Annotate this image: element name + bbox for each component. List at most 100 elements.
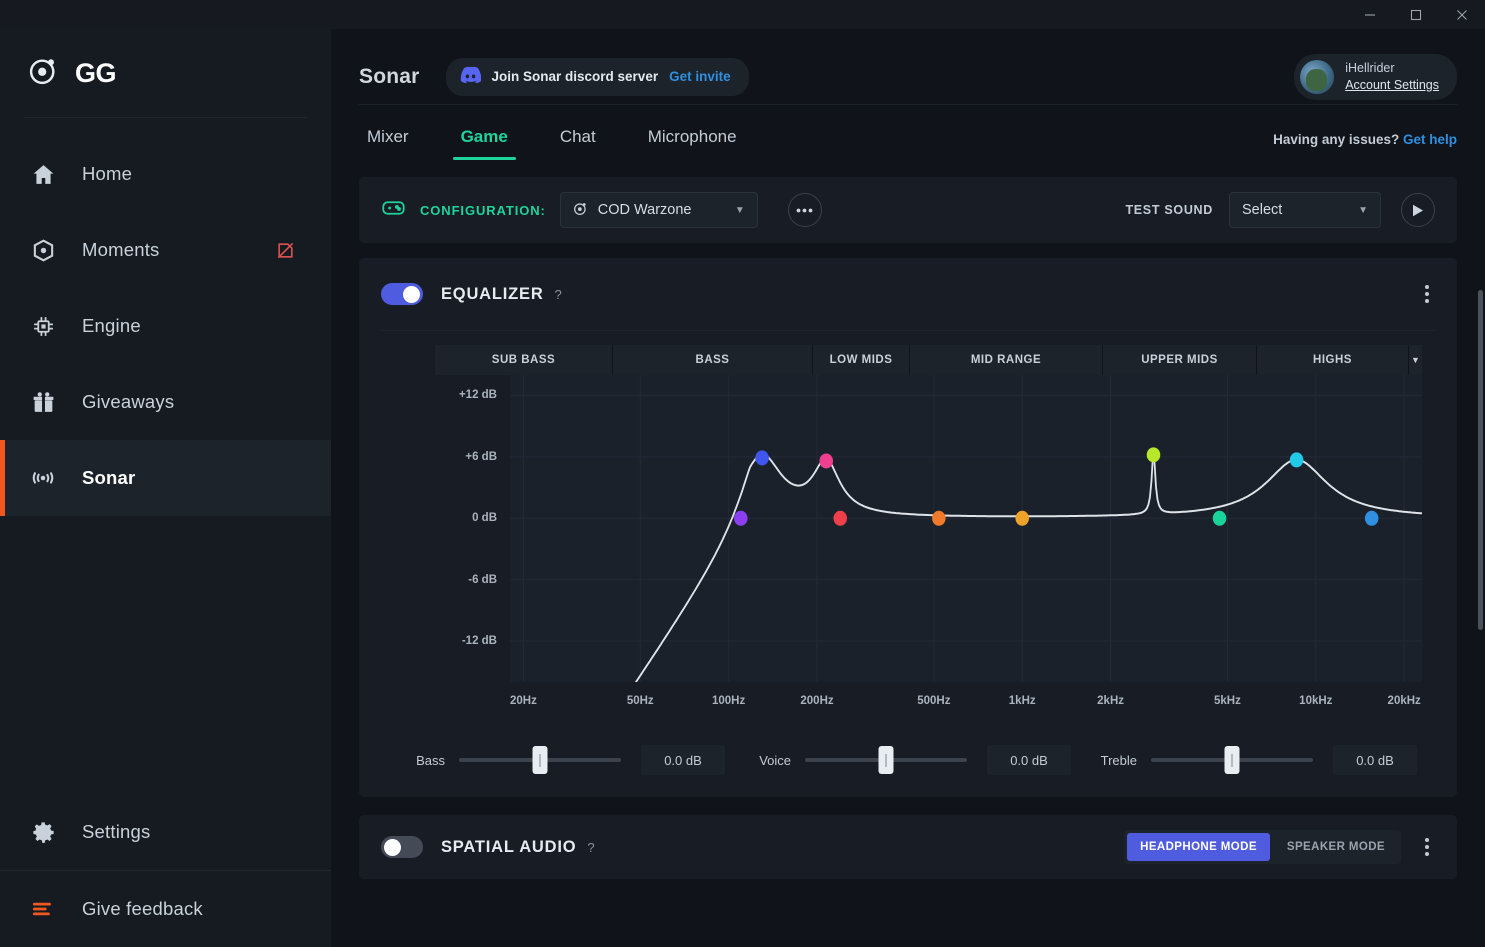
- tab-mixer[interactable]: Mixer: [359, 127, 417, 160]
- account-menu[interactable]: iHellrider Account Settings: [1294, 53, 1457, 100]
- bass-slider-group: Bass 0.0 dB: [389, 745, 735, 775]
- get-help-link[interactable]: Get help: [1403, 132, 1457, 147]
- more-options-button[interactable]: [787, 193, 822, 227]
- x-axis-tick: 10kHz: [1299, 695, 1333, 707]
- discord-invite-text: Join Sonar discord server: [491, 69, 659, 84]
- sidebar-item-giveaways[interactable]: Giveaways: [0, 364, 331, 440]
- close-icon: [1457, 9, 1467, 20]
- vertical-scrollbar[interactable]: [1478, 290, 1483, 630]
- tab-game[interactable]: Game: [452, 127, 517, 160]
- account-settings-link[interactable]: Account Settings: [1345, 77, 1439, 94]
- eq-band-point-band-7[interactable]: [1146, 447, 1161, 463]
- brand-label: GG: [75, 57, 117, 88]
- equalizer-menu-button[interactable]: [1419, 279, 1435, 309]
- sidebar-divider: [24, 117, 307, 118]
- chevron-down-icon: ▼: [734, 204, 745, 216]
- tone-sliders: Bass 0.0 dB Voice 0.0 dB Treble 0.0 dB: [359, 727, 1457, 791]
- eq-band-point-band-9[interactable]: [1289, 452, 1304, 468]
- spatial-audio-toggle[interactable]: [381, 836, 423, 858]
- spatial-audio-menu-button[interactable]: [1419, 832, 1435, 862]
- eq-band-point-band-5[interactable]: [932, 510, 946, 526]
- edit-disabled-icon[interactable]: [276, 241, 295, 260]
- maximize-button[interactable]: [1393, 0, 1439, 29]
- sidebar-item-home[interactable]: Home: [0, 136, 331, 212]
- band-tab-mid-range[interactable]: MID RANGE: [910, 345, 1103, 375]
- equalizer-panel: EQUALIZER ? SUB BASS BASS LOW MIDS MID R…: [359, 258, 1457, 797]
- bass-slider-track[interactable]: [459, 746, 621, 774]
- sidebar-item-settings[interactable]: Settings: [0, 794, 331, 870]
- equalizer-toggle[interactable]: [381, 283, 423, 305]
- sidebar-item-label: Settings: [82, 821, 151, 842]
- band-tab-highs[interactable]: HIGHS: [1257, 345, 1409, 375]
- tab-bar: Mixer Game Chat Microphone Having any is…: [331, 105, 1485, 160]
- eq-band-point-band-2[interactable]: [755, 450, 769, 466]
- close-button[interactable]: [1439, 0, 1485, 29]
- sidebar-item-give-feedback[interactable]: Give feedback: [0, 871, 331, 947]
- band-tabs-chevron-down-icon[interactable]: ▼: [1409, 345, 1422, 375]
- treble-slider-thumb[interactable]: [1224, 746, 1240, 774]
- spatial-audio-help-icon[interactable]: ?: [587, 840, 594, 855]
- minimize-button[interactable]: [1347, 0, 1393, 29]
- bass-slider-thumb[interactable]: [532, 746, 548, 774]
- gift-icon: [28, 387, 58, 417]
- sidebar-item-label: Sonar: [82, 467, 136, 488]
- configuration-value: COD Warzone: [597, 202, 692, 218]
- equalizer-curve-svg: [510, 375, 1423, 724]
- discord-invite-banner[interactable]: Join Sonar discord server Get invite: [445, 57, 749, 96]
- x-axis-tick: 1kHz: [1008, 695, 1036, 707]
- band-tab-low-mids[interactable]: LOW MIDS: [813, 345, 910, 375]
- voice-slider-track[interactable]: [805, 746, 967, 774]
- chip-icon: [28, 311, 58, 341]
- eq-band-point-band-4[interactable]: [833, 510, 848, 526]
- sidebar-bottom-nav: Settings Give feedback: [0, 794, 331, 947]
- brand: GG: [0, 29, 331, 117]
- eq-band-point-band-10[interactable]: [1364, 510, 1379, 526]
- play-test-sound-button[interactable]: [1401, 193, 1435, 227]
- headphone-mode-button[interactable]: HEADPHONE MODE: [1127, 833, 1270, 861]
- eq-response-curve: [510, 453, 1423, 724]
- equalizer-graph-wrap: +12 dB +6 dB 0 dB -6 dB -12 dB 20Hz 50Hz 100Hz…: [435, 375, 1423, 727]
- sidebar-item-label: Home: [82, 163, 133, 184]
- avatar: [1300, 59, 1335, 94]
- sidebar-item-label: Engine: [82, 315, 141, 336]
- bass-slider-value: 0.0 dB: [641, 745, 725, 775]
- y-axis-tick: 0 dB: [472, 512, 497, 525]
- spatial-mode-group: HEADPHONE MODE SPEAKER MODE: [1124, 830, 1401, 864]
- eq-band-point-band-8[interactable]: [1212, 510, 1227, 526]
- y-axis-tick: +12 dB: [458, 389, 497, 402]
- sidebar-item-engine[interactable]: Engine: [0, 288, 331, 364]
- eq-band-point-band-1[interactable]: [734, 510, 748, 526]
- band-tab-sub-bass[interactable]: SUB BASS: [435, 345, 613, 375]
- get-invite-link[interactable]: Get invite: [669, 69, 731, 84]
- discord-icon: [460, 66, 481, 88]
- test-sound-select[interactable]: Select ▼: [1229, 192, 1381, 228]
- configuration-group: CONFIGURATION: COD Warzone ▼: [381, 192, 822, 228]
- x-axis-tick: 5kHz: [1213, 695, 1241, 707]
- speaker-mode-button[interactable]: SPEAKER MODE: [1274, 833, 1398, 861]
- test-sound-value: Select: [1242, 202, 1283, 218]
- sonar-icon: [28, 463, 58, 493]
- account-info: iHellrider Account Settings: [1345, 60, 1439, 94]
- page-header: Sonar Join Sonar discord server Get invi…: [331, 29, 1485, 104]
- minimize-icon: [1365, 13, 1375, 16]
- test-sound-label: TEST SOUND: [1125, 203, 1213, 217]
- voice-slider-thumb[interactable]: [878, 746, 894, 774]
- sidebar-item-moments[interactable]: Moments: [0, 212, 331, 288]
- y-axis-tick: +6 dB: [465, 450, 497, 463]
- band-tab-bass[interactable]: BASS: [613, 345, 813, 375]
- treble-slider-label: Treble: [1100, 752, 1137, 768]
- treble-slider-track[interactable]: [1151, 746, 1313, 774]
- sidebar-nav: Home Moments Engine Giveaways Sonar: [0, 136, 331, 516]
- x-axis-tick: 100Hz: [712, 695, 746, 707]
- gear-icon: [28, 817, 58, 847]
- equalizer-help-icon[interactable]: ?: [555, 287, 562, 302]
- eq-band-point-band-3[interactable]: [819, 453, 834, 469]
- moments-icon: [28, 235, 58, 265]
- sidebar-item-sonar[interactable]: Sonar: [0, 440, 331, 516]
- tab-microphone[interactable]: Microphone: [640, 127, 745, 160]
- configuration-select[interactable]: COD Warzone ▼: [559, 192, 758, 228]
- eq-band-point-band-6[interactable]: [1015, 510, 1029, 526]
- band-tab-upper-mids[interactable]: UPPER MIDS: [1103, 345, 1257, 375]
- tab-chat[interactable]: Chat: [552, 127, 604, 160]
- equalizer-graph[interactable]: [510, 375, 1423, 724]
